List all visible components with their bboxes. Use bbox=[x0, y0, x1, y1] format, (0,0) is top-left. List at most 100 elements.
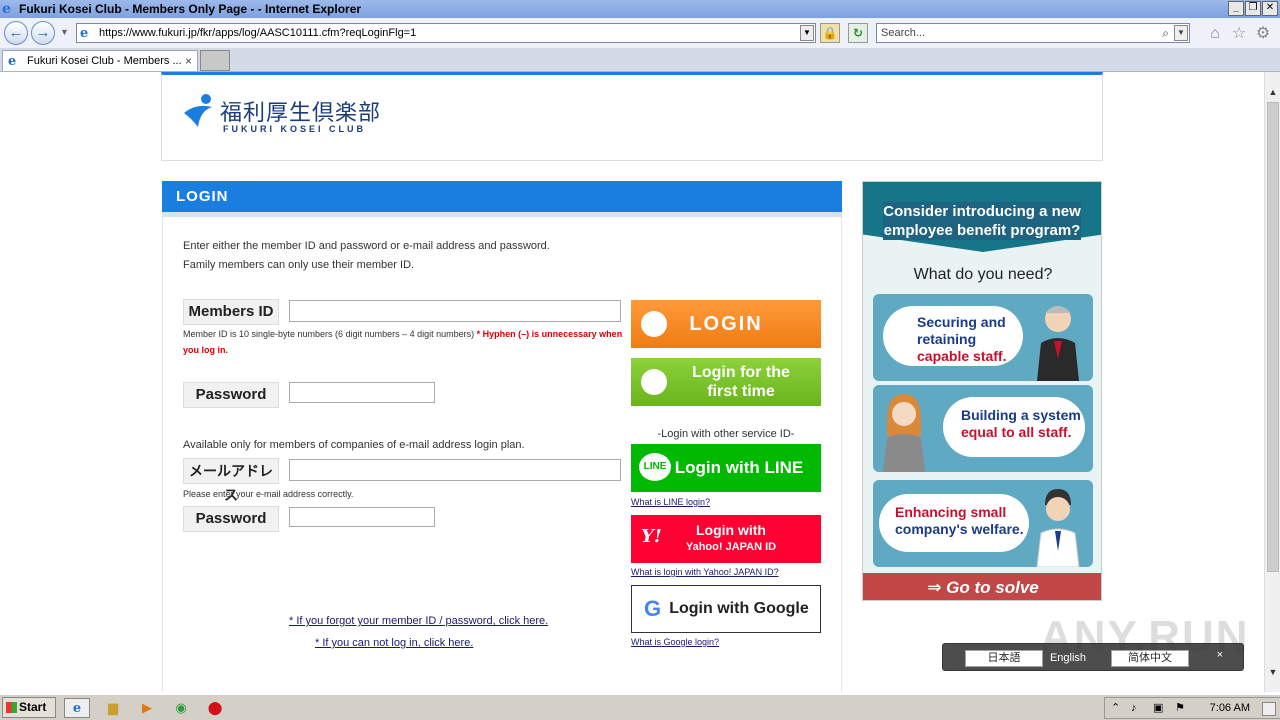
new-tab-button[interactable] bbox=[200, 50, 230, 71]
benefit-program-ad[interactable]: Consider introducing a new employee bene… bbox=[862, 181, 1102, 601]
address-url: https://www.fukuri.jp/fkr/apps/log/AASC1… bbox=[99, 27, 417, 39]
google-login-button[interactable]: G Login with Google bbox=[631, 585, 821, 633]
taskbar-clock[interactable]: 7:06 AM bbox=[1210, 698, 1250, 718]
yahoo-help-link[interactable]: What is login with Yahoo! JAPAN ID? bbox=[631, 567, 779, 577]
forward-button[interactable]: → bbox=[31, 21, 55, 45]
ad-card3-text-b: company's welfare. bbox=[895, 521, 1024, 537]
windows-flag-icon bbox=[6, 702, 17, 713]
window-titlebar: e Fukuri Kosei Club - Members Only Page … bbox=[0, 0, 1280, 18]
members-id-input[interactable] bbox=[289, 300, 621, 322]
scroll-thumb[interactable] bbox=[1267, 102, 1279, 572]
back-button[interactable]: ← bbox=[4, 21, 28, 45]
intro-line-2: Family members can only use their member… bbox=[183, 259, 415, 271]
ad-card1-text-a: Securing and retaining bbox=[917, 314, 1006, 347]
yahoo-line-1: Login with bbox=[696, 522, 766, 538]
tab-close-icon[interactable]: × bbox=[185, 51, 192, 71]
tray-expand-icon[interactable]: ⌃ bbox=[1111, 698, 1120, 718]
password2-input[interactable] bbox=[289, 507, 435, 527]
media-player-taskbar-icon[interactable]: ▶ bbox=[134, 698, 160, 718]
ad-card2-text-a: Building a system bbox=[961, 407, 1081, 423]
ad-headline: Consider introducing a new employee bene… bbox=[883, 202, 1081, 240]
settings-gear-icon[interactable]: ⚙ bbox=[1254, 25, 1272, 43]
password-input[interactable] bbox=[289, 382, 435, 403]
password2-label: Password bbox=[183, 506, 279, 532]
minimize-button[interactable]: _ bbox=[1228, 1, 1244, 16]
history-dropdown-icon[interactable]: ▼ bbox=[60, 27, 69, 37]
system-tray: ⌃ ♪ ▣ ⚑ 7:06 AM bbox=[1104, 697, 1280, 719]
maximize-button[interactable]: ❐ bbox=[1245, 1, 1261, 16]
refresh-button[interactable]: ↻ bbox=[848, 23, 868, 43]
search-icon[interactable]: ⌕ bbox=[1162, 24, 1169, 42]
email-input[interactable] bbox=[289, 459, 621, 481]
search-dropdown-icon[interactable]: ▼ bbox=[1174, 25, 1188, 41]
first-time-login-button[interactable]: Login for the first time bbox=[631, 358, 821, 406]
home-icon[interactable]: ⌂ bbox=[1206, 25, 1224, 43]
google-login-label: Login with Google bbox=[669, 600, 809, 617]
ie-taskbar-icon[interactable]: e bbox=[64, 698, 90, 718]
close-window-button[interactable]: ✕ bbox=[1262, 1, 1278, 16]
google-help-link[interactable]: What is Google login? bbox=[631, 637, 719, 647]
site-favicon-icon: e bbox=[80, 26, 89, 41]
intro-line-1: Enter either the member ID and password … bbox=[183, 240, 550, 252]
chrome-taskbar-icon[interactable]: ◉ bbox=[168, 698, 194, 718]
login-panel: Enter either the member ID and password … bbox=[162, 217, 842, 692]
browser-navbar: ← → ▼ e https://www.fukuri.jp/fkr/apps/l… bbox=[0, 18, 1280, 48]
action-center-flag-icon[interactable]: ⚑ bbox=[1175, 698, 1185, 718]
start-button[interactable]: Start bbox=[2, 697, 56, 718]
member-id-note: Member ID is 10 single-byte numbers (6 d… bbox=[183, 326, 623, 358]
email-plan-note: Available only for members of companies … bbox=[183, 439, 525, 451]
older-businessman-icon bbox=[1037, 306, 1079, 381]
line-icon: LINE bbox=[639, 453, 671, 481]
lang-close-icon[interactable]: × bbox=[1217, 649, 1223, 661]
ad-card-enhancing: Enhancing small company's welfare. bbox=[873, 480, 1093, 567]
search-placeholder: Search... bbox=[881, 27, 926, 39]
lang-chinese-button[interactable]: 简体中文 bbox=[1111, 650, 1189, 667]
ad-bubble-3: Enhancing small company's welfare. bbox=[879, 494, 1029, 552]
show-desktop-button[interactable] bbox=[1262, 702, 1276, 716]
volume-icon[interactable]: ♪ bbox=[1131, 698, 1137, 718]
fukuri-logo-icon[interactable] bbox=[182, 93, 218, 133]
password-label: Password bbox=[183, 382, 279, 408]
ad-card-securing: Securing and retaining capable staff. bbox=[873, 294, 1093, 381]
login-intro: Enter either the member ID and password … bbox=[183, 237, 550, 275]
explorer-taskbar-icon[interactable]: ▆ bbox=[100, 698, 126, 718]
computer-icon bbox=[641, 311, 667, 337]
address-bar[interactable]: e https://www.fukuri.jp/fkr/apps/log/AAS… bbox=[76, 23, 816, 43]
ad-bubble-1: Securing and retaining capable staff. bbox=[883, 306, 1023, 366]
start-label: Start bbox=[19, 700, 47, 714]
line-login-button[interactable]: LINE Login with LINE bbox=[631, 444, 821, 492]
line-login-label: Login with LINE bbox=[674, 458, 804, 477]
yahoo-login-button[interactable]: Y! Login with Yahoo! JAPAN ID bbox=[631, 515, 821, 563]
tab-bar: e Fukuri Kosei Club - Members ... × bbox=[0, 48, 1280, 72]
search-box[interactable]: Search... ⌕ ▼ bbox=[876, 23, 1190, 43]
logo-english-text: FUKURI KOSEI CLUB bbox=[223, 124, 366, 134]
beginner-icon bbox=[641, 369, 667, 395]
opera-taskbar-icon[interactable]: ⬤ bbox=[202, 698, 228, 718]
site-header: 福利厚生倶楽部 FUKURI KOSEI CLUB bbox=[161, 72, 1103, 161]
ad-question: What do you need? bbox=[913, 266, 1053, 283]
go-to-solve-button[interactable]: ⇒ Go to solve bbox=[863, 573, 1101, 600]
scroll-up-icon[interactable]: ▲ bbox=[1265, 84, 1280, 100]
vertical-scrollbar[interactable]: ▲ ▼ bbox=[1264, 72, 1280, 692]
member-id-note-text: Member ID is 10 single-byte numbers (6 d… bbox=[183, 329, 475, 339]
lock-icon[interactable]: 🔒 bbox=[820, 23, 840, 43]
ad-card3-text-a: Enhancing small bbox=[895, 504, 1007, 520]
login-button-label: LOGIN bbox=[689, 313, 763, 335]
line-help-link[interactable]: What is LINE login? bbox=[631, 497, 710, 507]
lang-english-button[interactable]: English bbox=[1029, 650, 1107, 667]
cannot-login-link[interactable]: * If you can not log in, click here. bbox=[289, 637, 499, 649]
window-title: Fukuri Kosei Club - Members Only Page - … bbox=[19, 2, 362, 16]
tab-title: Fukuri Kosei Club - Members ... bbox=[27, 55, 182, 67]
scroll-down-icon[interactable]: ▼ bbox=[1265, 664, 1280, 680]
first-time-line-2: first time bbox=[707, 383, 775, 400]
windows-taskbar: Start e ▆ ▶ ◉ ⬤ ⌃ ♪ ▣ ⚑ 7:06 AM bbox=[0, 694, 1280, 720]
network-icon[interactable]: ▣ bbox=[1153, 698, 1163, 718]
login-button[interactable]: LOGIN bbox=[631, 300, 821, 348]
web-page: 福利厚生倶楽部 FUKURI KOSEI CLUB LOGIN Enter ei… bbox=[0, 72, 1264, 692]
forgot-credentials-link[interactable]: * If you forgot your member ID / passwor… bbox=[289, 615, 548, 627]
young-businessman-icon bbox=[1036, 489, 1080, 567]
browser-tab[interactable]: e Fukuri Kosei Club - Members ... × bbox=[2, 50, 198, 71]
ad-card2-text-b: equal to all staff. bbox=[961, 424, 1072, 440]
address-dropdown-icon[interactable]: ▼ bbox=[800, 25, 814, 41]
favorites-star-icon[interactable]: ☆ bbox=[1230, 25, 1248, 43]
